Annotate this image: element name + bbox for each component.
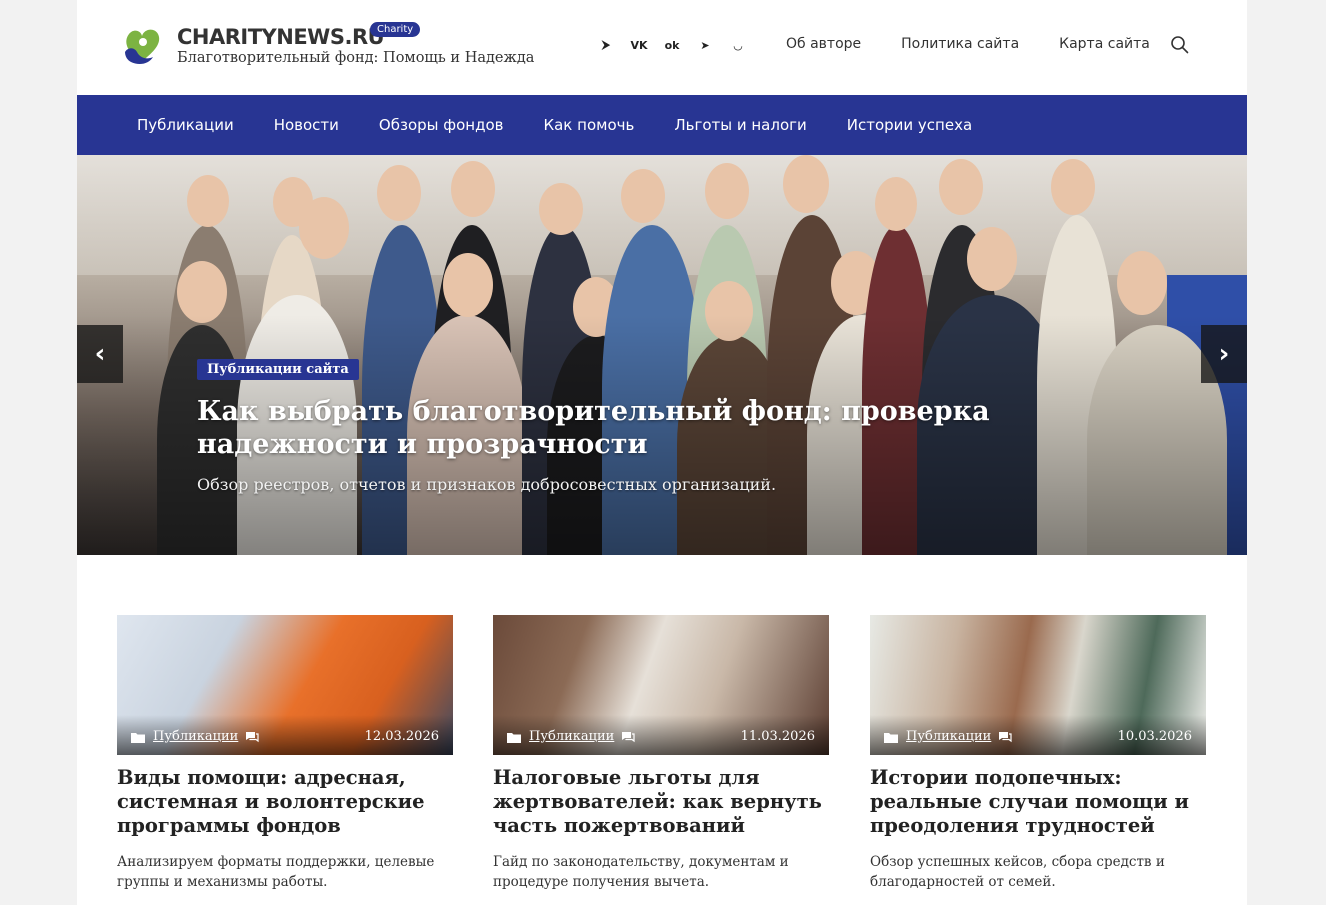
brand-badge: Charity: [370, 22, 421, 37]
nav-item-publications[interactable]: Публикации: [137, 116, 234, 134]
zen-icon[interactable]: ⮞: [597, 36, 615, 54]
main-nav: Публикации Новости Обзоры фондов Как пом…: [77, 95, 1247, 155]
nav-item-news[interactable]: Новости: [274, 116, 339, 134]
article-card[interactable]: Публикации 10.03.2026 Истории подопечных…: [870, 615, 1206, 892]
article-date: 10.03.2026: [1117, 729, 1192, 744]
article-title[interactable]: Истории подопечных: реальные случаи помо…: [870, 766, 1206, 838]
about-author-link[interactable]: Об авторе: [786, 36, 861, 52]
page: CHARITYNEWS.RU Charity Благотворительный…: [77, 0, 1247, 905]
site-policy-link[interactable]: Политика сайта: [901, 36, 1019, 52]
site-header: CHARITYNEWS.RU Charity Благотворительный…: [77, 0, 1247, 95]
comments-icon: [999, 732, 1012, 743]
article-title[interactable]: Налоговые льготы для жертвователей: как …: [493, 766, 829, 838]
rutube-icon[interactable]: ◡: [729, 36, 747, 54]
brand[interactable]: CHARITYNEWS.RU Charity Благотворительный…: [177, 22, 535, 66]
article-thumbnail[interactable]: Публикации 11.03.2026: [493, 615, 829, 755]
article-meta-bar: Публикации 11.03.2026: [493, 715, 829, 755]
nav-item-benefits-taxes[interactable]: Льготы и налоги: [674, 116, 806, 134]
article-category-link[interactable]: Публикации: [153, 729, 238, 744]
article-title[interactable]: Виды помощи: адресная, системная и волон…: [117, 766, 453, 838]
social-links: ⮞ VK ok ➤ ◡: [597, 36, 747, 54]
odnoklassniki-icon[interactable]: ok: [663, 36, 681, 54]
article-excerpt: Обзор успешных кейсов, сбора средств и б…: [870, 854, 1165, 890]
slider-next-button[interactable]: ›: [1201, 325, 1247, 383]
nav-item-fund-reviews[interactable]: Обзоры фондов: [379, 116, 504, 134]
folder-icon: [884, 733, 898, 743]
slider-prev-button[interactable]: ‹: [77, 325, 123, 383]
article-meta-bar: Публикации 10.03.2026: [870, 715, 1206, 755]
article-category-link[interactable]: Публикации: [529, 729, 614, 744]
top-links: Об авторе Политика сайта Карта сайта: [786, 36, 1150, 52]
nav-item-success-stories[interactable]: Истории успеха: [847, 116, 972, 134]
brand-name[interactable]: CHARITYNEWS.RU: [177, 24, 534, 50]
article-category-link[interactable]: Публикации: [906, 729, 991, 744]
article-excerpt: Анализируем форматы поддержки, целевые г…: [117, 854, 435, 890]
vk-icon[interactable]: VK: [630, 36, 648, 54]
brand-tagline: Благотворительный фонд: Помощь и Надежда: [177, 50, 535, 66]
hero-category-badge[interactable]: Публикации сайта: [197, 359, 359, 380]
article-thumbnail[interactable]: Публикации 12.03.2026: [117, 615, 453, 755]
article-date: 11.03.2026: [740, 729, 815, 744]
hero-overlay: [77, 155, 1247, 555]
search-icon[interactable]: [1170, 35, 1190, 55]
article-meta-bar: Публикации 12.03.2026: [117, 715, 453, 755]
sitemap-link[interactable]: Карта сайта: [1059, 36, 1150, 52]
nav-item-how-to-help[interactable]: Как помочь: [543, 116, 634, 134]
article-card[interactable]: Публикации 11.03.2026 Налоговые льготы д…: [493, 615, 829, 892]
comments-icon: [246, 732, 259, 743]
logo-icon[interactable]: [121, 22, 163, 68]
article-thumbnail[interactable]: Публикации 10.03.2026: [870, 615, 1206, 755]
telegram-icon[interactable]: ➤: [696, 36, 714, 54]
hero-description: Обзор реестров, отчетов и признаков добр…: [197, 475, 777, 494]
article-date: 12.03.2026: [364, 729, 439, 744]
folder-icon: [131, 733, 145, 743]
article-excerpt: Гайд по законодательству, документам и п…: [493, 854, 789, 890]
hero-slider[interactable]: ‹ › Публикации сайта Как выбрать благотв…: [77, 155, 1247, 555]
folder-icon: [507, 733, 521, 743]
hero-title[interactable]: Как выбрать благотворительный фонд: пров…: [197, 395, 1097, 461]
article-card[interactable]: Публикации 12.03.2026 Виды помощи: адрес…: [117, 615, 453, 892]
comments-icon: [622, 732, 635, 743]
